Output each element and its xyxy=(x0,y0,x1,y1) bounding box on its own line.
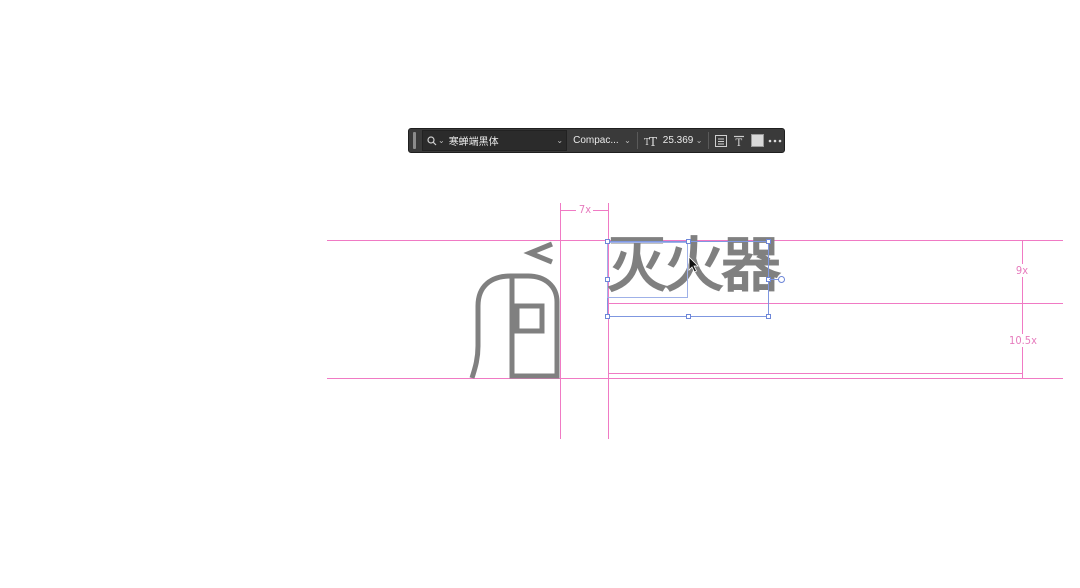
font-style-dropdown[interactable]: Compac... ⌄ xyxy=(570,130,634,151)
toolbar-drag-handle[interactable] xyxy=(413,132,416,149)
gap-measure-label: 7x xyxy=(578,203,592,216)
gap-measure-line-right xyxy=(593,210,608,211)
resize-handle-top-right[interactable] xyxy=(766,239,771,244)
descent-measure-label: 10.5x xyxy=(1007,334,1039,347)
more-icon[interactable] xyxy=(766,131,784,151)
gap-measure-line-left xyxy=(561,210,576,211)
toolbar-divider xyxy=(636,132,638,149)
text-properties-toolbar: ⌄ 寒蝉端黑体 ⌄ Compac... ⌄ TT 25.369 ⌄ T xyxy=(408,128,785,153)
measure-vertical-guide xyxy=(1022,240,1023,378)
chevron-down-icon: ⌄ xyxy=(624,135,631,145)
font-size-field[interactable]: TT 25.369 ⌄ xyxy=(641,130,706,151)
chevron-down-icon: ⌄ xyxy=(695,135,703,145)
text-inner-selection xyxy=(607,242,688,298)
mouse-cursor-icon xyxy=(688,256,699,273)
align-text-icon[interactable] xyxy=(712,131,730,151)
chevron-down-icon: ⌄ xyxy=(556,135,564,145)
inner-baseline-guide-line xyxy=(609,373,1022,374)
svg-text:T: T xyxy=(736,138,743,147)
resize-handle-left[interactable] xyxy=(605,277,610,282)
resize-handle-top[interactable] xyxy=(686,239,691,244)
font-family-value: 寒蝉端黑体 xyxy=(448,137,499,148)
toolbar-divider xyxy=(708,132,710,149)
font-style-value: Compac... xyxy=(573,135,619,146)
rotate-handle[interactable] xyxy=(778,276,785,283)
resize-handle-top-left[interactable] xyxy=(605,239,610,244)
fire-extinguisher-icon xyxy=(469,241,560,379)
resize-handle-bottom-right[interactable] xyxy=(766,314,771,319)
font-size-value: 25.369 xyxy=(662,135,694,146)
font-size-icon: TT xyxy=(644,131,658,151)
svg-text:T: T xyxy=(649,135,657,147)
warp-text-icon[interactable]: T xyxy=(730,131,748,151)
chevron-down-icon: ⌄ xyxy=(437,135,445,145)
resize-handle-bottom-left[interactable] xyxy=(605,314,610,319)
color-swatch-icon[interactable] xyxy=(748,131,766,151)
font-family-dropdown[interactable]: ⌄ 寒蝉端黑体 ⌄ xyxy=(421,130,568,151)
resize-handle-bottom[interactable] xyxy=(686,314,691,319)
cap-height-measure-label: 9x xyxy=(1010,264,1034,277)
baseline-guide-line xyxy=(327,378,1063,379)
search-icon xyxy=(426,131,438,151)
